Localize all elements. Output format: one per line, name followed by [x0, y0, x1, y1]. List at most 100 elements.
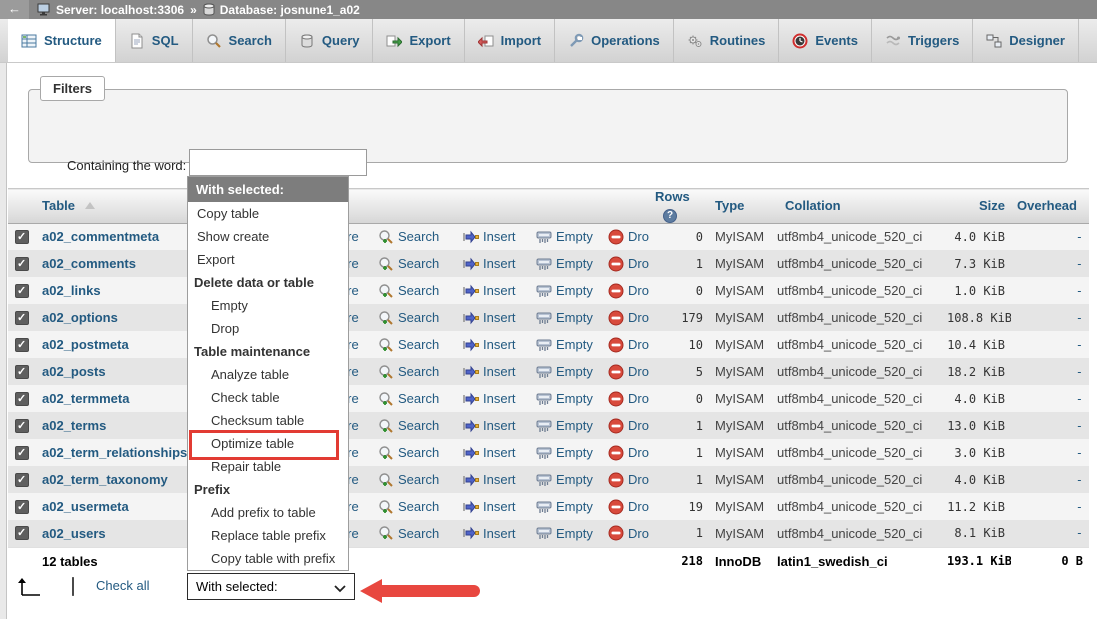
column-header-collation[interactable]: Collation [771, 189, 941, 224]
action-empty[interactable]: Empty [536, 283, 593, 299]
action-drop[interactable]: Drop [608, 445, 649, 461]
menu-item-copy-table-with-prefix[interactable]: Copy table with prefix [188, 547, 348, 570]
check-all-label[interactable]: Check all [96, 578, 149, 593]
row-checkbox[interactable] [15, 392, 29, 406]
action-drop[interactable]: Drop [608, 418, 649, 434]
table-name-link[interactable]: a02_users [42, 526, 106, 541]
action-empty[interactable]: Empty [536, 310, 593, 326]
table-name-link[interactable]: a02_options [42, 310, 118, 325]
action-drop[interactable]: Drop [608, 310, 649, 326]
tab-sql[interactable]: SQL [116, 19, 193, 62]
row-checkbox[interactable] [15, 473, 29, 487]
action-empty[interactable]: Empty [536, 499, 593, 515]
row-checkbox[interactable] [15, 311, 29, 325]
server-breadcrumb[interactable]: Server: localhost:3306 [37, 3, 184, 17]
action-search[interactable]: Search [378, 256, 439, 272]
menu-item-export[interactable]: Export [188, 248, 348, 271]
table-name-link[interactable]: a02_term_relationships [42, 445, 187, 460]
table-name-link[interactable]: a02_postmeta [42, 337, 129, 352]
action-insert[interactable]: Insert [463, 499, 516, 515]
tab-triggers[interactable]: Triggers [872, 19, 973, 62]
tab-events[interactable]: Events [779, 19, 872, 62]
containing-word-input[interactable] [189, 149, 367, 176]
column-header-table[interactable]: Table [36, 189, 194, 224]
action-insert[interactable]: Insert [463, 310, 516, 326]
database-breadcrumb[interactable]: Database: josnune1_a02 [203, 3, 360, 17]
row-checkbox[interactable] [15, 338, 29, 352]
action-insert[interactable]: Insert [463, 337, 516, 353]
tab-search[interactable]: Search [193, 19, 286, 62]
tab-designer[interactable]: Designer [973, 19, 1079, 62]
tab-operations[interactable]: Operations [555, 19, 674, 62]
action-empty[interactable]: Empty [536, 525, 593, 541]
help-icon[interactable]: ? [663, 209, 677, 223]
action-search[interactable]: Search [378, 525, 439, 541]
action-drop[interactable]: Drop [608, 283, 649, 299]
menu-item-checksum-table[interactable]: Checksum table [188, 409, 348, 432]
table-name-link[interactable]: a02_terms [42, 418, 106, 433]
action-search[interactable]: Search [378, 283, 439, 299]
row-checkbox[interactable] [15, 446, 29, 460]
action-insert[interactable]: Insert [463, 525, 516, 541]
action-search[interactable]: Search [378, 229, 439, 245]
action-search[interactable]: Search [378, 364, 439, 380]
table-name-link[interactable]: a02_termmeta [42, 391, 129, 406]
action-search[interactable]: Search [378, 418, 439, 434]
tab-import[interactable]: Import [465, 19, 555, 62]
menu-item-show-create[interactable]: Show create [188, 225, 348, 248]
column-header-rows[interactable]: Rows? [649, 189, 709, 224]
tab-structure[interactable]: Structure [8, 19, 116, 62]
action-empty[interactable]: Empty [536, 472, 593, 488]
action-insert[interactable]: Insert [463, 229, 516, 245]
menu-item-add-prefix-to-table[interactable]: Add prefix to table [188, 501, 348, 524]
row-checkbox[interactable] [15, 230, 29, 244]
table-name-link[interactable]: a02_term_taxonomy [42, 472, 168, 487]
menu-item-drop[interactable]: Drop [188, 317, 348, 340]
action-search[interactable]: Search [378, 337, 439, 353]
action-empty[interactable]: Empty [536, 256, 593, 272]
menu-item-copy-table[interactable]: Copy table [188, 202, 348, 225]
action-empty[interactable]: Empty [536, 337, 593, 353]
table-name-link[interactable]: a02_comments [42, 256, 136, 271]
tab-query[interactable]: Query [286, 19, 374, 62]
action-insert[interactable]: Insert [463, 445, 516, 461]
table-name-link[interactable]: a02_links [42, 283, 101, 298]
column-header-size[interactable]: Size [941, 189, 1011, 224]
table-name-link[interactable]: a02_commentmeta [42, 229, 159, 244]
action-search[interactable]: Search [378, 472, 439, 488]
menu-item-replace-table-prefix[interactable]: Replace table prefix [188, 524, 348, 547]
action-search[interactable]: Search [378, 310, 439, 326]
action-drop[interactable]: Drop [608, 337, 649, 353]
menu-item-empty[interactable]: Empty [188, 294, 348, 317]
with-selected-select[interactable]: With selected: [187, 573, 355, 600]
check-all-checkbox[interactable] [72, 577, 74, 596]
action-empty[interactable]: Empty [536, 229, 593, 245]
action-drop[interactable]: Drop [608, 229, 649, 245]
action-insert[interactable]: Insert [463, 472, 516, 488]
row-checkbox[interactable] [15, 500, 29, 514]
tab-export[interactable]: Export [373, 19, 464, 62]
action-search[interactable]: Search [378, 445, 439, 461]
row-checkbox[interactable] [15, 419, 29, 433]
menu-item-check-table[interactable]: Check table [188, 386, 348, 409]
action-empty[interactable]: Empty [536, 364, 593, 380]
action-insert[interactable]: Insert [463, 418, 516, 434]
action-insert[interactable]: Insert [463, 283, 516, 299]
action-empty[interactable]: Empty [536, 391, 593, 407]
row-checkbox[interactable] [15, 284, 29, 298]
table-name-link[interactable]: a02_usermeta [42, 499, 129, 514]
tab-routines[interactable]: Routines [674, 19, 780, 62]
column-header-overhead[interactable]: Overhead [1011, 189, 1089, 224]
action-empty[interactable]: Empty [536, 418, 593, 434]
action-insert[interactable]: Insert [463, 391, 516, 407]
action-insert[interactable]: Insert [463, 364, 516, 380]
action-drop[interactable]: Drop [608, 391, 649, 407]
action-search[interactable]: Search [378, 499, 439, 515]
action-drop[interactable]: Drop [608, 364, 649, 380]
row-checkbox[interactable] [15, 257, 29, 271]
action-search[interactable]: Search [378, 391, 439, 407]
action-drop[interactable]: Drop [608, 472, 649, 488]
back-arrow-icon[interactable]: ← [0, 0, 29, 19]
menu-item-analyze-table[interactable]: Analyze table [188, 363, 348, 386]
table-name-link[interactable]: a02_posts [42, 364, 106, 379]
